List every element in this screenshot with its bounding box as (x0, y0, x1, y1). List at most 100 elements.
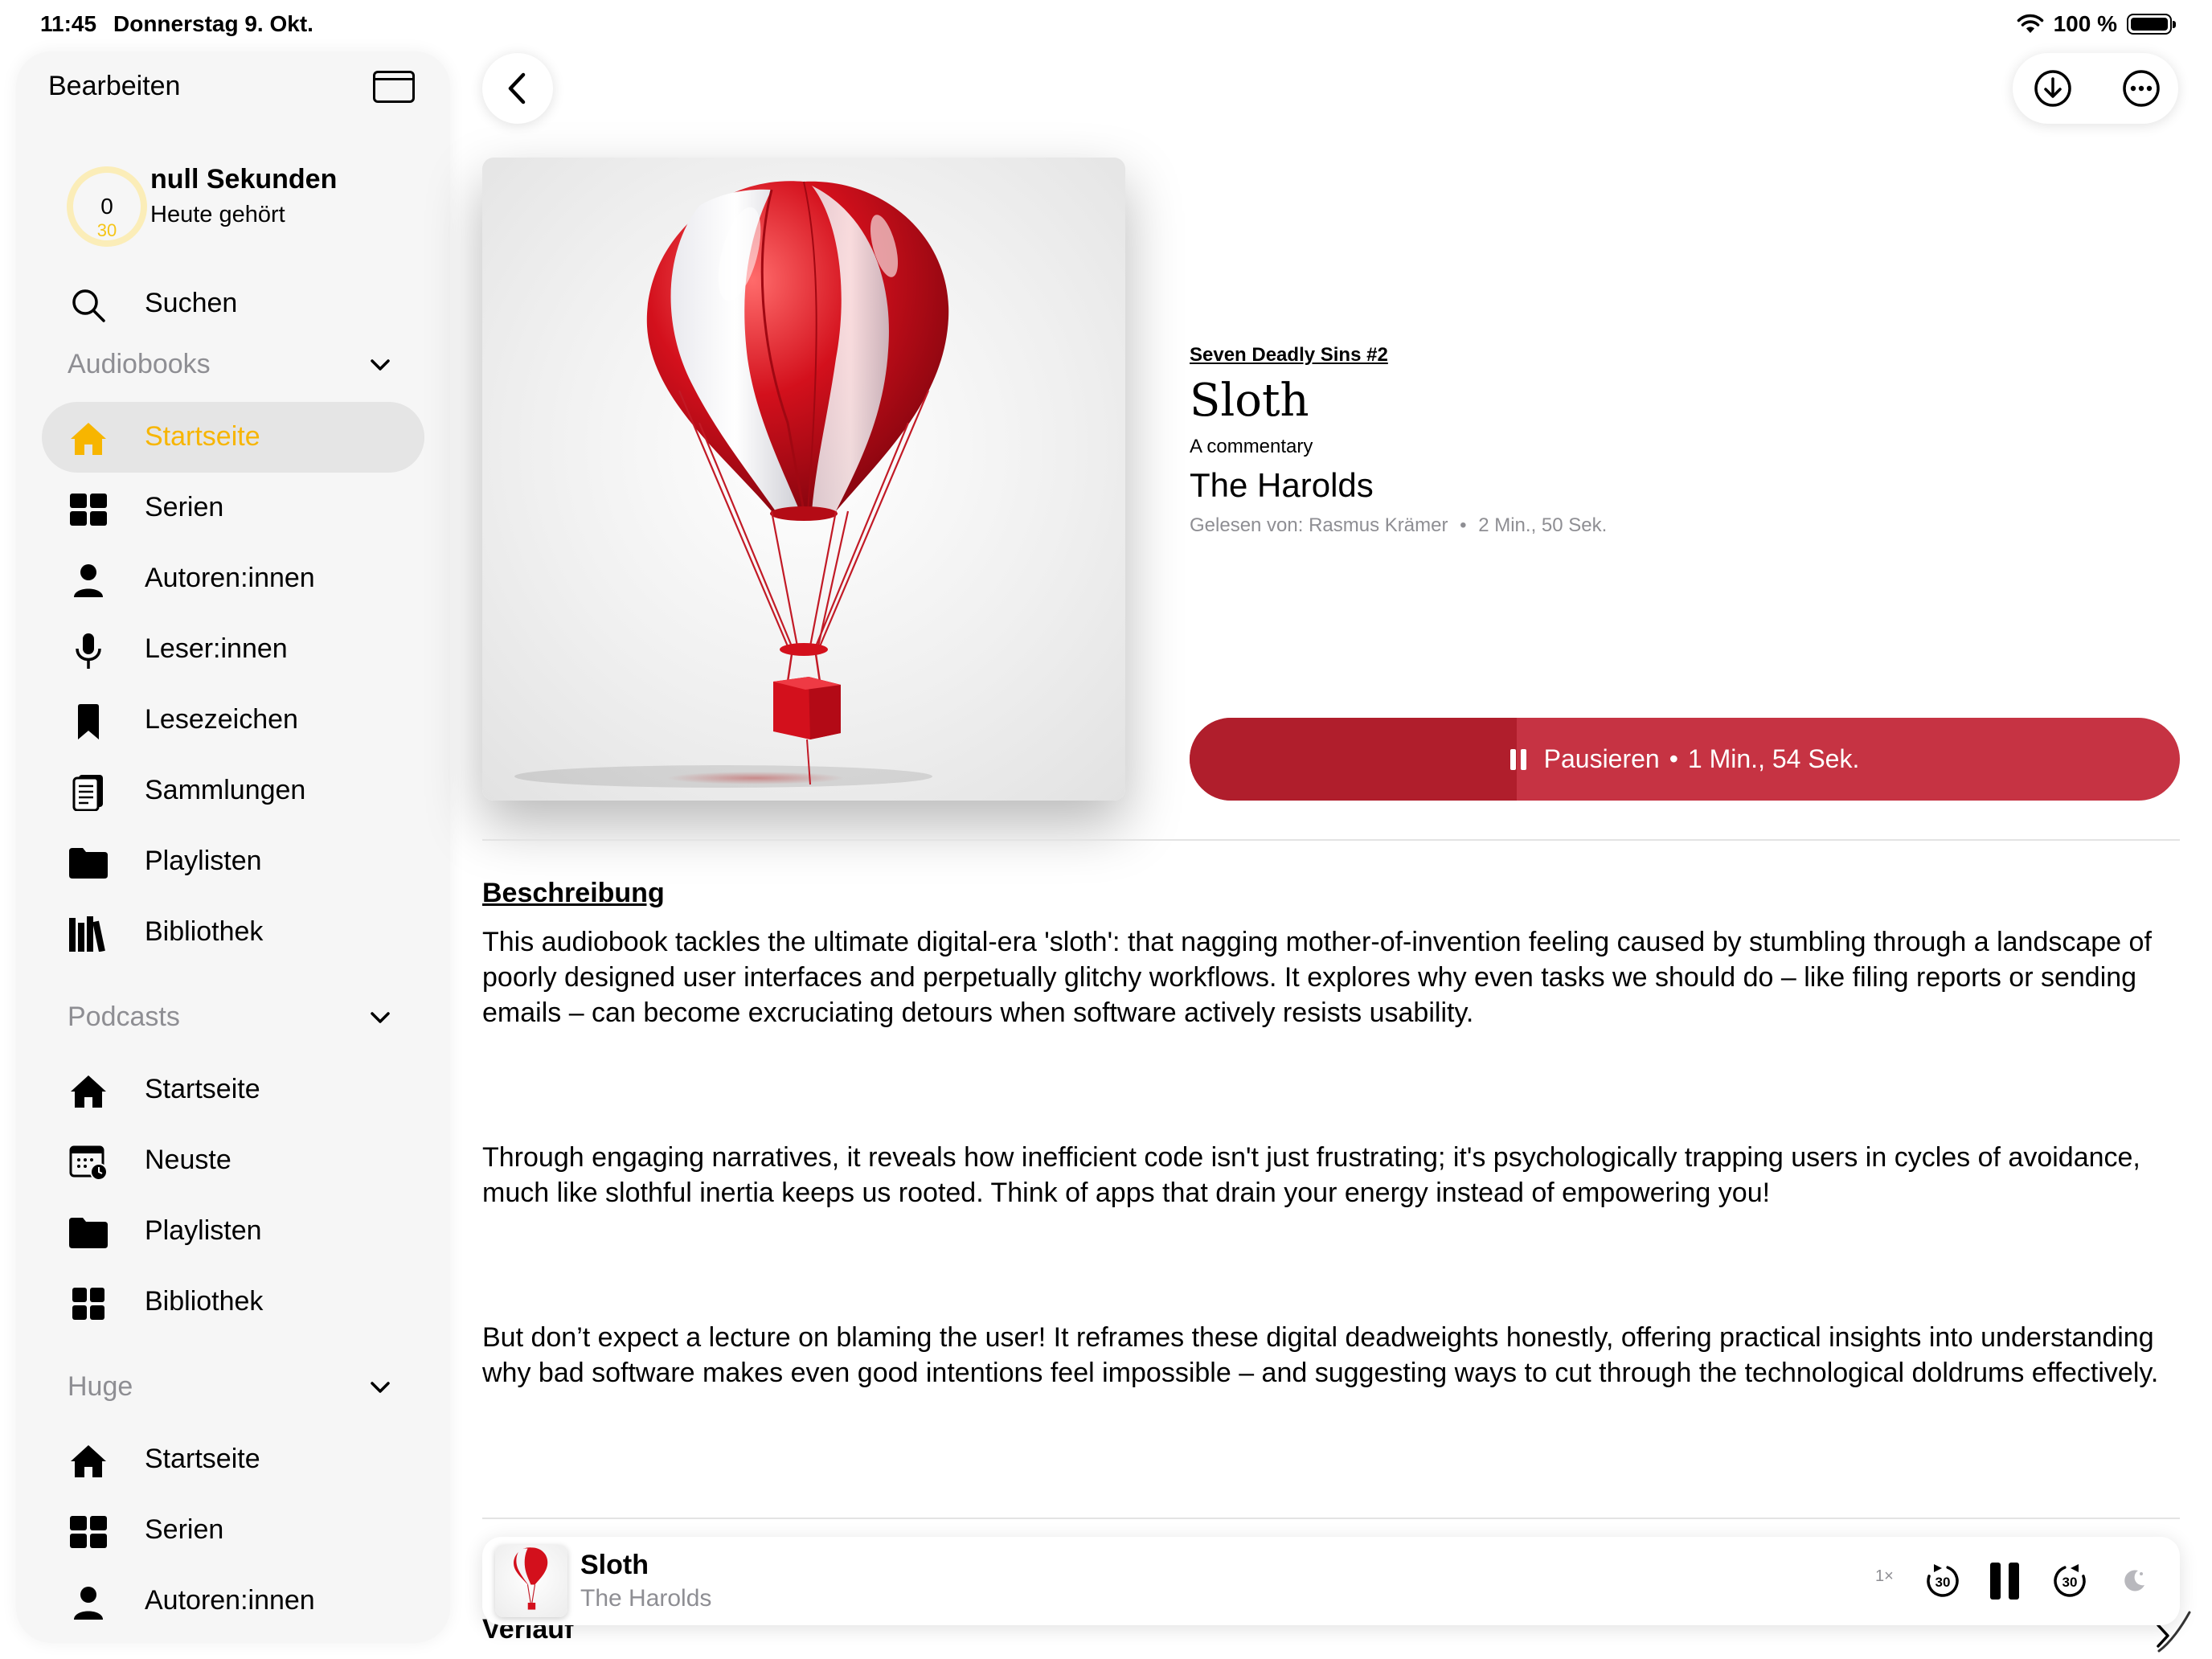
chevron-down-icon (371, 1382, 390, 1393)
sidebar-item-search[interactable]: Suchen (42, 268, 424, 339)
calendar-clock-icon (69, 1143, 108, 1182)
sidebar-item-huge-home[interactable]: Startseite (42, 1424, 424, 1495)
sidebar-item-authors[interactable]: Autoren:innen (42, 543, 424, 614)
sidebar-item-huge-authors[interactable]: Autoren:innen (42, 1566, 424, 1636)
microphone-icon (69, 632, 108, 670)
sidebar-item-label: Serien (145, 492, 224, 522)
pencil-hover-icon (2157, 1611, 2191, 1653)
top-actions-group (2013, 53, 2178, 124)
section-podcasts[interactable]: Podcasts (42, 993, 424, 1042)
sidebar-item-podcasts-home[interactable]: Startseite (42, 1055, 424, 1125)
section-title: Audiobooks (68, 349, 211, 379)
book-title: Sloth (1190, 375, 1309, 427)
info-separator: • (1460, 514, 1467, 536)
section-title: Huge (68, 1371, 133, 1402)
sidebar-item-label: Startseite (145, 421, 260, 452)
playback-speed-button[interactable]: 1× (1875, 1567, 1894, 1586)
sidebar-item-label: Autoren:innen (145, 563, 315, 593)
chevron-down-icon (371, 359, 390, 371)
mini-player-title: Sloth (580, 1550, 649, 1580)
sidebar-item-label: Playlisten (145, 846, 262, 876)
sidebar-item-collections[interactable]: Sammlungen (42, 756, 424, 826)
sidebar-item-label: Startseite (145, 1074, 260, 1104)
sidebar-item-library[interactable]: Bibliothek (42, 897, 424, 968)
house-icon (69, 420, 108, 458)
sidebar-item-huge-series[interactable]: Serien (42, 1495, 424, 1566)
hot-air-balloon-image (514, 181, 949, 788)
book-duration: 2 Min., 50 Sek. (1478, 514, 1608, 536)
description-paragraph: But don’t expect a lecture on blaming th… (482, 1322, 2159, 1388)
edit-button[interactable]: Bearbeiten (48, 71, 180, 102)
grid-icon (69, 1513, 108, 1551)
grid-icon (69, 1284, 108, 1323)
series-link[interactable]: Seven Deadly Sins #2 (1190, 344, 1388, 367)
sidebar-item-latest[interactable]: Neuste (42, 1125, 424, 1196)
cover-art (482, 158, 1125, 801)
sidebar-item-series[interactable]: Serien (42, 473, 424, 543)
skip-forward-icon[interactable]: 30 (2050, 1561, 2090, 1601)
book-info: Gelesen von: Rasmus Krämer • 2 Min., 50 … (1190, 514, 1607, 537)
status-bar: 11:45 Donnerstag 9. Okt. 100 % (0, 0, 2212, 51)
status-time: 11:45 (40, 11, 97, 36)
sidebar-item-label: Bibliothek (145, 916, 264, 947)
sidebar-item-podcast-playlists[interactable]: Playlisten (42, 1196, 424, 1267)
goal-ring-icon: 0 30 (67, 166, 147, 247)
description-paragraph: Through engaging narratives, it reveals … (482, 1142, 2140, 1208)
sidebar-item-label: Serien (145, 1514, 224, 1545)
wifi-icon (2017, 14, 2043, 33)
section-huge[interactable]: Huge (42, 1363, 424, 1411)
grid-icon (69, 490, 108, 529)
sidebar-item-label: Suchen (145, 288, 238, 318)
author-link[interactable]: The Harolds (1190, 466, 1374, 505)
section-title: Podcasts (68, 1002, 180, 1032)
goal-title: null Sekunden (150, 164, 338, 195)
mini-player[interactable]: Sloth The Harolds 1× 30 30 (482, 1537, 2180, 1625)
sidebar-item-label: Sammlungen (145, 775, 306, 805)
house-icon (69, 1072, 108, 1111)
listening-goal-ring[interactable]: 0 30 (63, 162, 151, 251)
pause-button[interactable]: Pausieren • 1 Min., 54 Sek. (1190, 718, 2180, 801)
divider (482, 1518, 2180, 1519)
sidebar-item-podcast-library[interactable]: Bibliothek (42, 1267, 424, 1337)
battery-percentage: 100 % (2053, 11, 2117, 36)
pause-button-label: Pausieren (1543, 744, 1660, 773)
house-icon (69, 1442, 108, 1481)
svg-text:30: 30 (2062, 1575, 2078, 1590)
status-indicators: 100 % (2017, 11, 2176, 37)
sidebar-item-bookmarks[interactable]: Lesezeichen (42, 685, 424, 756)
sidebar-item-label: Leser:innen (145, 633, 288, 664)
sidebar-item-audiobooks-home[interactable]: Startseite (42, 402, 424, 473)
chevron-left-icon (508, 72, 526, 104)
narrator-label: Gelesen von: Rasmus Krämer (1190, 514, 1448, 536)
books-icon (69, 915, 108, 953)
goal-target: 30 (97, 220, 117, 240)
bookmark-icon (69, 703, 108, 741)
book-subtitle: A commentary (1190, 436, 1313, 457)
skip-back-icon[interactable]: 30 (1923, 1561, 1963, 1601)
pause-button-content: Pausieren • 1 Min., 54 Sek. (1190, 718, 2180, 801)
goal-value: 0 (100, 194, 113, 219)
sidebar-item-label: Lesezeichen (145, 704, 298, 735)
goal-subtitle: Heute gehört (150, 202, 285, 227)
sidebar-item-playlists[interactable]: Playlisten (42, 826, 424, 897)
divider (482, 839, 2180, 841)
sidebar-item-label: Playlisten (145, 1215, 262, 1246)
remaining-time: 1 Min., 54 Sek. (1687, 744, 1860, 773)
description-paragraph: This audiobook tackles the ultimate digi… (482, 927, 2152, 1028)
person-icon (69, 561, 108, 600)
sleep-timer-icon[interactable] (2120, 1567, 2148, 1595)
sidebar-toggle-icon[interactable] (373, 71, 415, 103)
svg-text:30: 30 (1936, 1575, 1951, 1590)
more-options-icon[interactable] (2122, 69, 2161, 108)
sidebar-item-label: Startseite (145, 1444, 260, 1474)
sidebar-item-label: Neuste (145, 1145, 231, 1175)
sidebar-item-label: Bibliothek (145, 1286, 264, 1317)
section-audiobooks[interactable]: Audiobooks (42, 341, 424, 389)
download-icon[interactable] (2034, 69, 2072, 108)
document-icon (69, 773, 108, 812)
mini-pause-button[interactable] (1990, 1563, 2019, 1600)
pause-icon (1509, 748, 1526, 770)
back-button[interactable] (482, 53, 553, 124)
search-icon (69, 286, 108, 325)
sidebar-item-narrators[interactable]: Leser:innen (42, 614, 424, 685)
